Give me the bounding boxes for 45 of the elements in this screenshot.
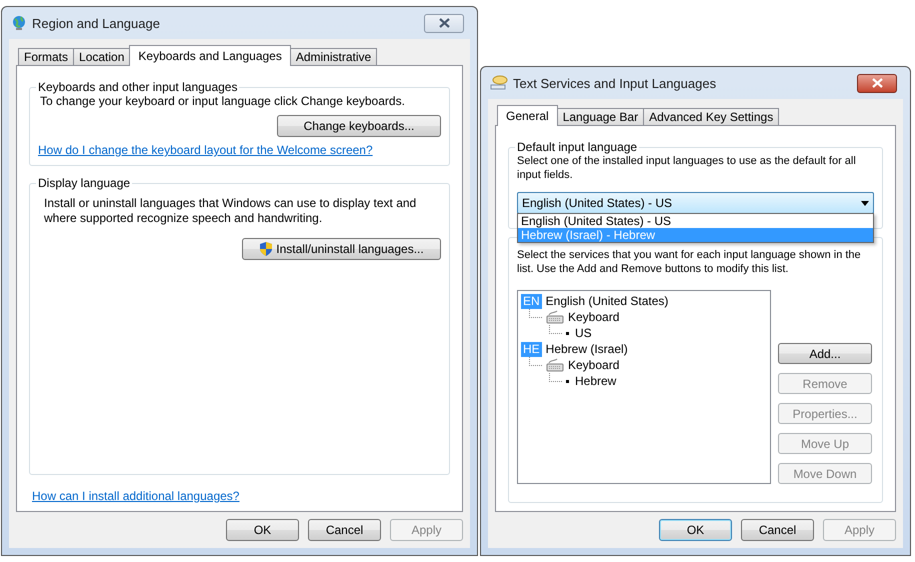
language-code-badge: HE	[521, 342, 542, 356]
bullet-icon	[566, 332, 569, 334]
dropdown-option[interactable]: English (United States) - US	[518, 214, 873, 228]
tree-item[interactable]: Hebrew (Israel)	[546, 342, 628, 356]
tab[interactable]: General	[497, 105, 558, 126]
tab[interactable]: Administrative	[290, 48, 378, 65]
dialog-button[interactable]: OK	[226, 519, 299, 541]
dialog-button[interactable]: Cancel	[308, 519, 381, 541]
tree-item[interactable]: Keyboard	[568, 310, 620, 324]
close-icon	[438, 18, 450, 28]
group-label: Keyboards and other input languages	[37, 80, 238, 94]
help-link[interactable]: How do I change the keyboard layout for the Welcome screen?	[38, 143, 373, 157]
description-text: Install or uninstall languages that Windows can use to display text and where supported recognize speech and handwriting.	[43, 195, 418, 226]
group-label: Default input language	[516, 140, 638, 154]
install-languages-button[interactable]: Install/uninstall languages...	[242, 238, 441, 260]
description-text: Select the services that you want for each input language shown in the list. Use the Add and Remove buttons to modify this list.	[517, 248, 862, 276]
service-button[interactable]: Add...	[778, 343, 872, 364]
language-code-badge: EN	[521, 294, 542, 308]
tab[interactable]: Formats	[18, 48, 74, 65]
tab[interactable]: Keyboards and Languages	[129, 45, 291, 66]
help-link[interactable]: How can I install additional languages?	[32, 489, 240, 503]
tab[interactable]: Location	[73, 48, 130, 65]
description-text: To change your keyboard or input language click Change keyboards.	[39, 94, 406, 109]
bullet-icon	[566, 380, 569, 382]
close-button[interactable]	[424, 14, 464, 32]
speech-bubble-icon	[490, 75, 508, 91]
tab[interactable]: Language Bar	[556, 108, 644, 125]
close-button[interactable]	[857, 74, 897, 92]
globe-icon	[11, 15, 27, 31]
change-keyboards-button[interactable]: Change keyboards...	[277, 115, 441, 137]
dialog-button[interactable]: Cancel	[741, 519, 814, 541]
window-title: Text Services and Input Languages	[513, 76, 718, 90]
close-icon	[872, 78, 882, 88]
tree-item[interactable]: English (United States)	[546, 294, 668, 308]
language-dropdown[interactable]: English (United States) - US	[517, 192, 874, 214]
tree-item[interactable]: Hebrew	[575, 374, 616, 388]
window-title: Region and Language	[32, 16, 161, 30]
shield-icon	[259, 241, 274, 257]
dialog-button[interactable]: OK	[659, 519, 732, 541]
description-text: Select one of the installed input languages to use as the default for all input fields.	[517, 154, 857, 182]
tree-item[interactable]: US	[575, 326, 592, 340]
tree-item[interactable]: Keyboard	[568, 358, 620, 372]
tab[interactable]: Advanced Key Settings	[643, 108, 780, 125]
group-label: Display language	[37, 176, 132, 190]
dropdown-arrow-icon	[861, 200, 869, 206]
